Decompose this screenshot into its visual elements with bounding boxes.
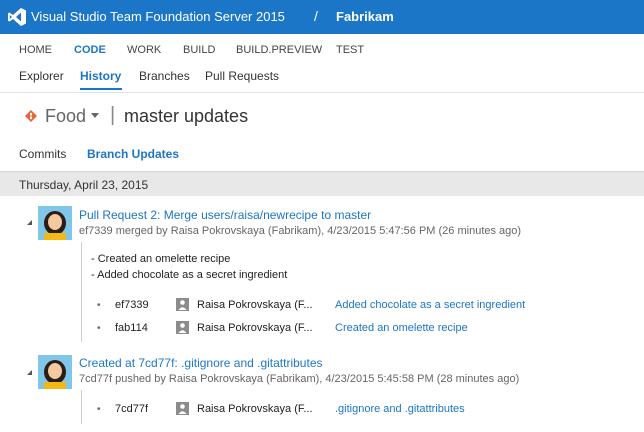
tab-branches[interactable]: Branches — [139, 69, 190, 83]
nav-code[interactable]: CODE — [74, 44, 106, 56]
event-timeline-line — [81, 242, 82, 342]
nav-work[interactable]: WORK — [127, 44, 161, 56]
nav-build-preview[interactable]: BUILD.PREVIEW — [236, 44, 322, 56]
commit-message[interactable]: .gitignore and .gitattributes — [335, 403, 465, 415]
commit-bullet: • — [97, 404, 101, 415]
event-title[interactable]: Created at 7cd77f: .gitignore and .gitat… — [79, 356, 323, 370]
user-icon — [176, 321, 189, 334]
commit-bullet: • — [97, 300, 101, 311]
product-name[interactable]: Visual Studio Team Foundation Server 201… — [31, 9, 285, 24]
tab-explorer[interactable]: Explorer — [19, 69, 64, 83]
nav-test[interactable]: TEST — [336, 44, 364, 56]
top-bar: Visual Studio Team Foundation Server 201… — [0, 0, 644, 34]
active-tab-indicator — [80, 88, 122, 90]
event-title[interactable]: Pull Request 2: Merge users/raisa/newrec… — [79, 208, 371, 222]
commit-message[interactable]: Created an omelette recipe — [335, 322, 468, 334]
user-icon — [176, 402, 189, 415]
pr-description-line: - Added chocolate as a secret ingredient — [91, 269, 288, 281]
repo-selector[interactable]: Food — [45, 106, 86, 127]
tab-pull-requests[interactable]: Pull Requests — [205, 69, 279, 83]
date-group-header: Thursday, April 23, 2015 — [0, 171, 644, 196]
commit-id[interactable]: 7cd77f — [115, 403, 148, 415]
commit-author: Raisa Pokrovskaya (F... — [197, 322, 313, 334]
commit-bullet: • — [97, 323, 101, 334]
sub-nav: Explorer History Branches Pull Requests — [0, 62, 644, 93]
git-repo-icon — [25, 110, 37, 122]
date-label: Thursday, April 23, 2015 — [19, 178, 149, 192]
nav-build[interactable]: BUILD — [183, 44, 215, 56]
main-nav: HOME CODE WORK BUILD BUILD.PREVIEW TEST — [0, 34, 644, 62]
event-subtitle: ef7339 merged by Raisa Pokrovskaya (Fabr… — [79, 225, 522, 237]
collapse-arrow-icon[interactable] — [27, 370, 32, 375]
commit-author: Raisa Pokrovskaya (F... — [197, 403, 313, 415]
event-subtitle: 7cd77f pushed by Raisa Pokrovskaya (Fabr… — [79, 373, 520, 385]
chevron-down-icon[interactable] — [91, 113, 99, 118]
nav-home[interactable]: HOME — [19, 44, 52, 56]
project-name[interactable]: Fabrikam — [336, 9, 394, 24]
event-timeline-line — [81, 390, 82, 424]
user-icon — [176, 298, 189, 311]
pivot-commits[interactable]: Commits — [19, 147, 66, 161]
header-separator: / — [314, 8, 318, 24]
page-title: master updates — [124, 106, 249, 126]
title-separator: | — [110, 104, 116, 126]
commit-author: Raisa Pokrovskaya (F... — [197, 299, 313, 311]
commit-message[interactable]: Added chocolate as a secret ingredient — [335, 299, 525, 311]
user-avatar[interactable] — [38, 355, 72, 389]
visual-studio-logo-icon[interactable] — [7, 7, 27, 27]
pivot-branch-updates[interactable]: Branch Updates — [87, 147, 179, 161]
tab-history[interactable]: History — [80, 69, 121, 83]
commit-id[interactable]: fab114 — [115, 322, 148, 334]
collapse-arrow-icon[interactable] — [27, 220, 32, 225]
pr-description-line: - Created an omelette recipe — [91, 253, 231, 265]
user-avatar[interactable] — [38, 206, 72, 240]
commit-id[interactable]: ef7339 — [115, 299, 149, 311]
